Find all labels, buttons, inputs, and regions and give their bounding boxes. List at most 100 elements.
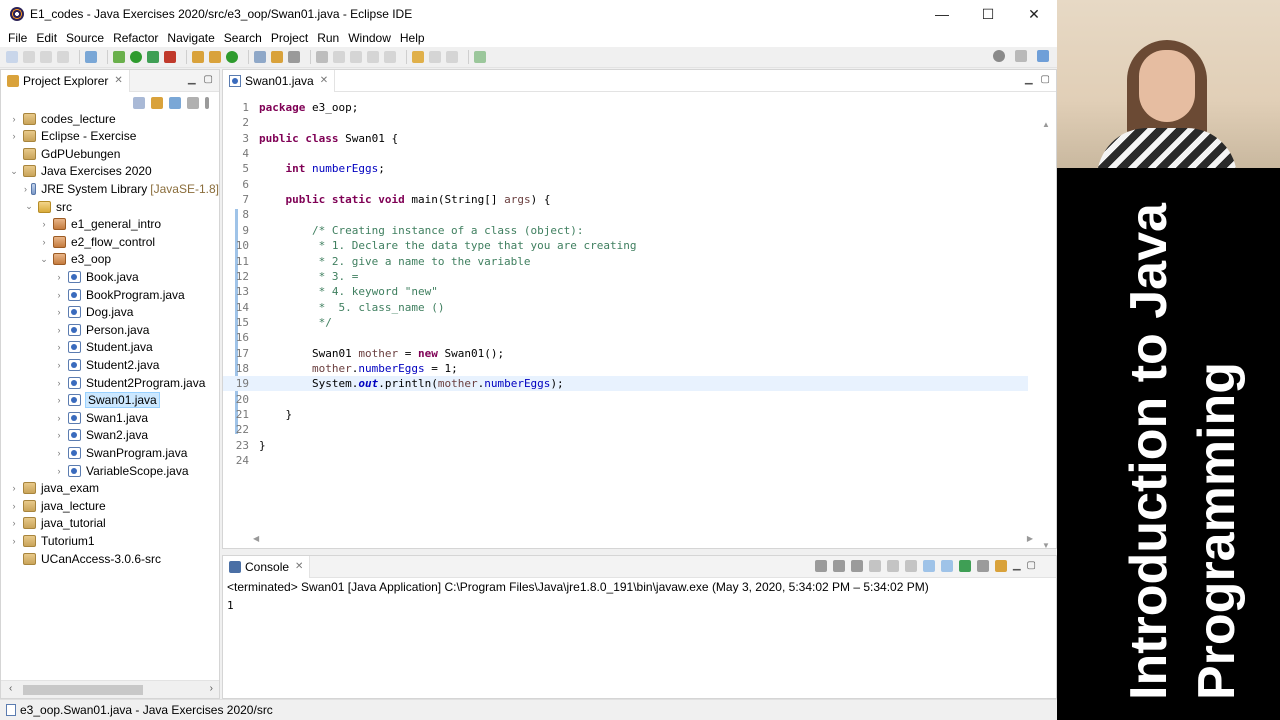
menu-source[interactable]: Source xyxy=(62,31,108,45)
code-line[interactable]: 6 xyxy=(223,177,1028,192)
pin-console-icon[interactable] xyxy=(958,560,971,572)
code-line[interactable]: 1 package e3_oop; xyxy=(223,100,1028,115)
chevron-right-icon[interactable]: › xyxy=(9,114,19,124)
menu-run[interactable]: Run xyxy=(313,31,343,45)
java-perspective-icon[interactable] xyxy=(1037,50,1049,62)
debug-icon[interactable] xyxy=(113,51,125,63)
tree-item[interactable]: UCanAccess-3.0.6-src xyxy=(1,550,219,567)
code-line[interactable]: 3 public class Swan01 { xyxy=(223,131,1028,146)
tree-item[interactable]: › java_exam xyxy=(1,480,219,497)
tree-item[interactable]: ⌄ src xyxy=(1,198,219,215)
tree-item[interactable]: › Student2Program.java xyxy=(1,374,219,391)
code-line[interactable]: 20 xyxy=(223,392,1028,407)
chevron-right-icon[interactable]: › xyxy=(24,184,27,194)
maximize-view-icon[interactable]: ▢ xyxy=(1027,560,1036,572)
search-toolbar-icon[interactable] xyxy=(288,51,300,63)
new-java-project-icon[interactable] xyxy=(192,51,204,63)
tab-project-explorer[interactable]: Project Explorer ✕ xyxy=(1,69,130,92)
console-output[interactable]: 1 xyxy=(223,599,1056,612)
new-package-icon[interactable] xyxy=(209,51,221,63)
code-line[interactable]: 19 System. out .println(mother. numberEggs)… xyxy=(223,376,1028,392)
tree-item[interactable]: ⌄ Java Exercises 2020 xyxy=(1,163,219,180)
remove-launch-icon[interactable] xyxy=(832,560,845,572)
coverage-icon[interactable] xyxy=(147,51,159,63)
chevron-right-icon[interactable]: › xyxy=(39,237,49,247)
tree-item[interactable]: › JRE System Library [JavaSE-1.8] xyxy=(1,180,219,197)
run-icon[interactable] xyxy=(130,51,142,63)
chevron-right-icon[interactable]: › xyxy=(54,395,64,405)
code-line[interactable]: 5 int numberEggs; xyxy=(223,161,1028,176)
next-annotation-icon[interactable] xyxy=(367,51,379,63)
code-line[interactable]: 15 */ xyxy=(223,315,1028,330)
menu-refactor[interactable]: Refactor xyxy=(109,31,162,45)
chevron-right-icon[interactable]: › xyxy=(54,413,64,423)
code-line[interactable]: 14 * 5. class_name () xyxy=(223,300,1028,315)
remove-all-icon[interactable] xyxy=(850,560,863,572)
chevron-right-icon[interactable]: › xyxy=(54,307,64,317)
chevron-right-icon[interactable]: › xyxy=(54,466,64,476)
toggle-block-icon[interactable] xyxy=(333,51,345,63)
view-menu-icon[interactable] xyxy=(205,97,209,109)
collapse-all-icon[interactable] xyxy=(133,97,145,109)
minimize-view-icon[interactable]: ▁ xyxy=(1013,560,1021,572)
save-all-icon[interactable] xyxy=(40,51,52,63)
show-stdout-icon[interactable] xyxy=(922,560,935,572)
tree-item[interactable]: › BookProgram.java xyxy=(1,286,219,303)
code-line[interactable]: 10 * 1. Declare the data type that you a… xyxy=(223,238,1028,253)
chevron-right-icon[interactable]: › xyxy=(54,290,64,300)
code-line[interactable]: 21 } xyxy=(223,407,1028,422)
close-icon[interactable]: ✕ xyxy=(295,561,303,572)
code-line[interactable]: 2 xyxy=(223,115,1028,130)
focus-icon[interactable] xyxy=(187,97,199,109)
menu-edit[interactable]: Edit xyxy=(32,31,61,45)
code-line[interactable]: 13 * 4. keyword "new" xyxy=(223,284,1028,299)
scroll-right-icon[interactable]: › xyxy=(210,683,213,694)
forward-icon[interactable] xyxy=(446,51,458,63)
close-icon[interactable]: ✕ xyxy=(114,75,122,86)
open-type-icon[interactable] xyxy=(254,51,266,63)
chevron-down-icon[interactable]: ⌄ xyxy=(39,254,49,265)
last-edit-icon[interactable] xyxy=(412,51,424,63)
chevron-right-icon[interactable]: › xyxy=(9,518,19,528)
tree-item[interactable]: › Student2.java xyxy=(1,356,219,373)
chevron-right-icon[interactable]: › xyxy=(9,501,19,511)
chevron-right-icon[interactable]: › xyxy=(54,448,64,458)
tree-item[interactable]: GdPUebungen xyxy=(1,145,219,162)
menu-project[interactable]: Project xyxy=(267,31,312,45)
menu-window[interactable]: Window xyxy=(344,31,395,45)
tree-item[interactable]: › Tutorium1 xyxy=(1,532,219,549)
new-class-icon[interactable] xyxy=(226,51,238,63)
tree-item[interactable]: › Student.java xyxy=(1,339,219,356)
code-line[interactable]: 18 mother. numberEggs = 1; xyxy=(223,361,1028,376)
tree-item[interactable]: › SwanProgram.java xyxy=(1,444,219,461)
chevron-right-icon[interactable]: › xyxy=(54,342,64,352)
tree-item[interactable]: › VariableScope.java xyxy=(1,462,219,479)
tree-item[interactable]: › Book.java xyxy=(1,268,219,285)
tree-item[interactable]: › java_lecture xyxy=(1,497,219,514)
tree-item[interactable]: › codes_lecture xyxy=(1,110,219,127)
tree-item[interactable]: › java_tutorial xyxy=(1,515,219,532)
code-line[interactable]: 4 xyxy=(223,146,1028,161)
tree-item[interactable]: › Swan01.java xyxy=(1,392,219,409)
chevron-right-icon[interactable]: › xyxy=(9,483,19,493)
minimize-view-icon[interactable]: ▁ xyxy=(1025,74,1033,85)
menu-navigate[interactable]: Navigate xyxy=(163,31,218,45)
menu-file[interactable]: File xyxy=(4,31,31,45)
code-line[interactable]: 23} xyxy=(223,438,1028,453)
clear-console-icon[interactable] xyxy=(868,560,881,572)
chevron-right-icon[interactable]: › xyxy=(9,131,19,141)
scroll-thumb[interactable] xyxy=(23,685,143,695)
chevron-down-icon[interactable]: ⌄ xyxy=(24,201,34,212)
code-line[interactable]: 9 /* Creating instance of a class (objec… xyxy=(223,223,1028,238)
chevron-right-icon[interactable]: › xyxy=(54,325,64,335)
tree-item[interactable]: › e1_general_intro xyxy=(1,216,219,233)
terminate-icon[interactable] xyxy=(814,560,827,572)
chevron-right-icon[interactable]: › xyxy=(54,272,64,282)
toggle-mark-icon[interactable] xyxy=(316,51,328,63)
close-icon[interactable]: ✕ xyxy=(320,75,328,86)
code-line[interactable]: 11 * 2. give a name to the variable xyxy=(223,254,1028,269)
code-line[interactable]: 8 xyxy=(223,207,1028,222)
display-console-icon[interactable] xyxy=(976,560,989,572)
external-tools-icon[interactable] xyxy=(164,51,176,63)
maximize-button[interactable]: ☐ xyxy=(965,0,1011,28)
